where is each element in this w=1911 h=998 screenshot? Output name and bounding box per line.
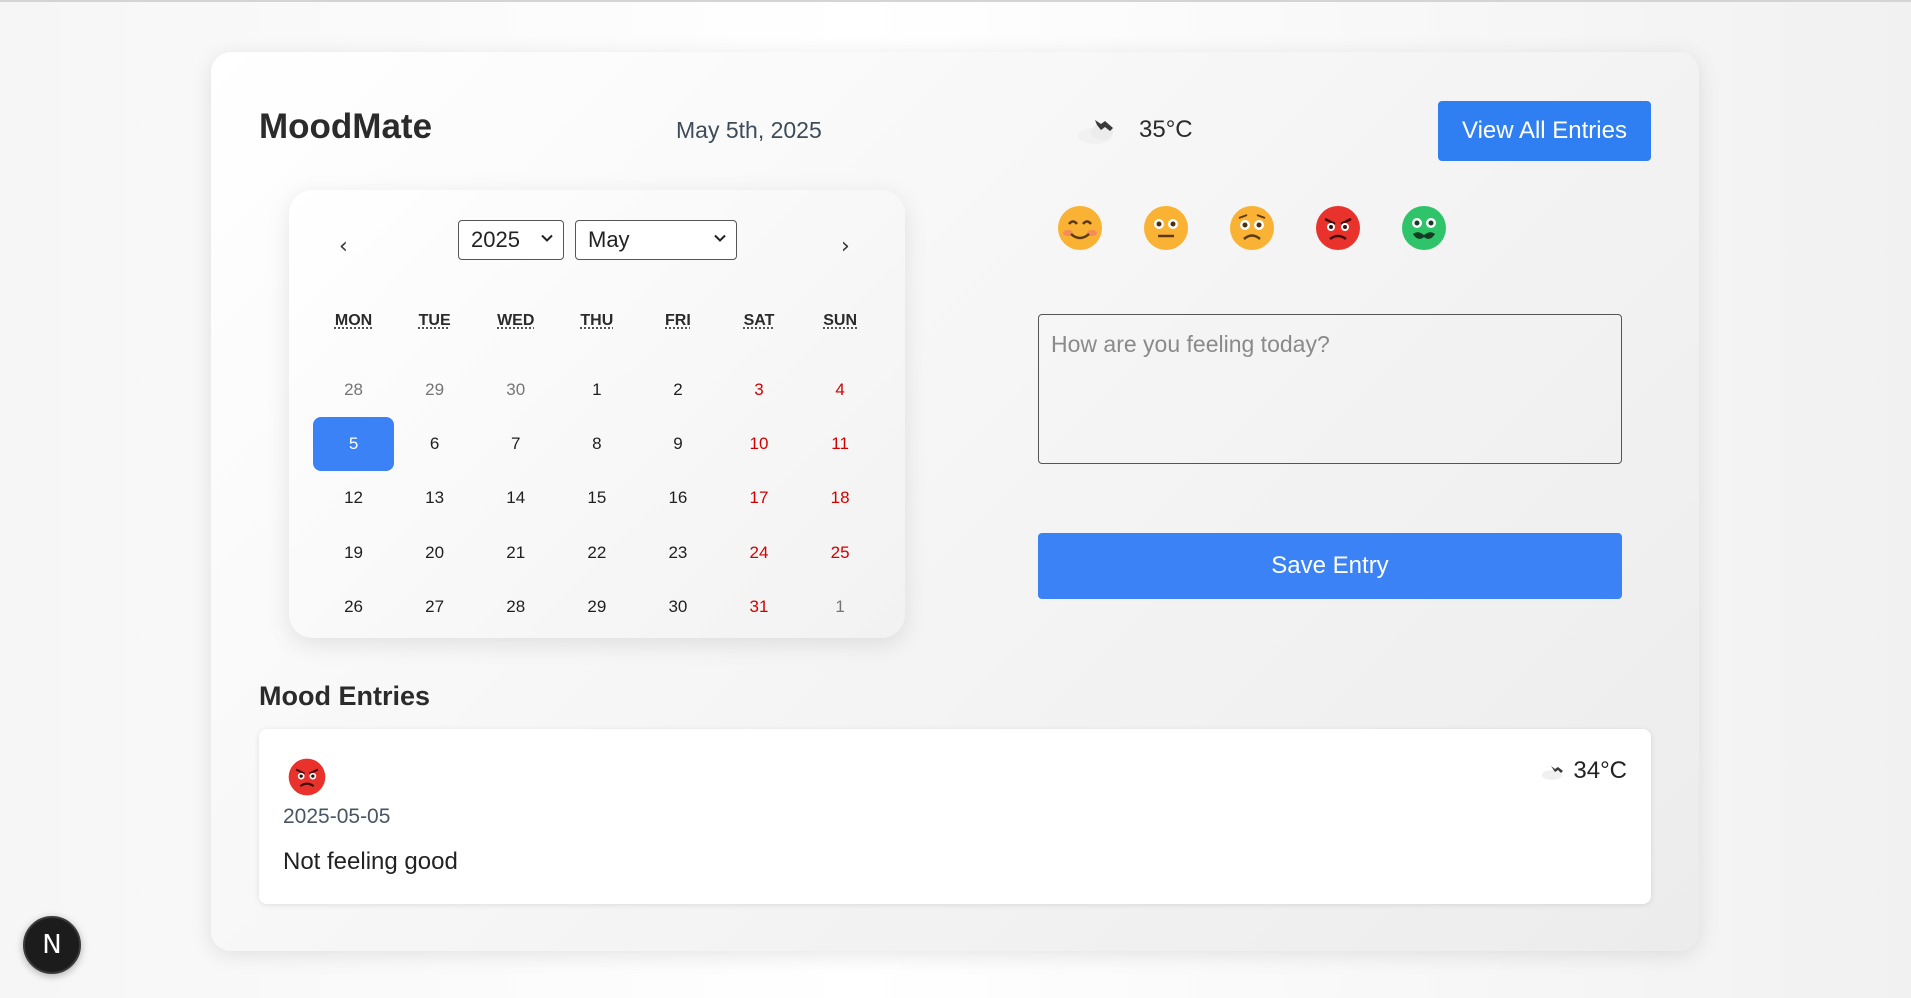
weekday-header: MON TUE WED THU FRI SAT SUN [313,312,881,330]
calendar-day[interactable]: 4 [800,363,881,417]
view-all-entries-button[interactable]: View All Entries [1438,101,1651,161]
calendar-day[interactable]: 1 [556,363,637,417]
current-date: May 5th, 2025 [676,117,822,143]
calendar-day[interactable]: 31 [718,580,799,634]
chevron-down-icon [541,234,553,242]
entry-weather: 34°C [1541,757,1627,785]
entry-temp: 34°C [1573,757,1627,784]
calendar-day[interactable]: 3 [718,363,799,417]
calendar-day[interactable]: 30 [637,580,718,634]
weekday-label: TUE [418,312,451,329]
weather-widget: 35°C [1075,112,1193,148]
calendar-day[interactable]: 29 [394,363,475,417]
calendar: ‹ 2025 May › MON TUE WED THU FRI SAT SUN… [289,190,905,638]
calendar-day[interactable]: 15 [556,471,637,525]
calendar-day[interactable]: 26 [313,580,394,634]
calendar-day[interactable]: 22 [556,526,637,580]
calendar-day[interactable]: 12 [313,471,394,525]
month-select-value: May [588,227,630,252]
calendar-day[interactable]: 25 [800,526,881,580]
cloud-bird-icon [1078,120,1113,144]
app-title: MoodMate [259,107,433,146]
calendar-day[interactable]: 16 [637,471,718,525]
weekday-label: FRI [665,312,691,329]
angry-face-icon[interactable] [1314,204,1362,252]
calendar-day[interactable]: 29 [556,580,637,634]
entry-date: 2025-05-05 [283,805,391,828]
calendar-day[interactable]: 27 [394,580,475,634]
nextjs-dev-badge[interactable]: N [23,916,81,974]
save-entry-button[interactable]: Save Entry [1038,533,1622,599]
calendar-day[interactable]: 20 [394,526,475,580]
smiling-face-icon[interactable] [1056,204,1104,252]
calendar-day[interactable]: 28 [475,580,556,634]
calendar-day[interactable]: 21 [475,526,556,580]
calendar-day[interactable]: 23 [637,526,718,580]
weekday-label: SAT [743,312,775,329]
weather-temp: 35°C [1139,116,1193,143]
calendar-day[interactable]: 19 [313,526,394,580]
weekday-label: SUN [823,312,857,329]
main-card: MoodMate May 5th, 2025 35°C View All Ent… [211,52,1699,951]
top-border [0,0,1911,2]
calendar-day[interactable]: 10 [718,417,799,471]
prev-month-button[interactable]: ‹ [339,234,348,259]
calendar-day[interactable]: 24 [718,526,799,580]
weekday-label: MON [334,312,373,329]
calendar-day[interactable]: 7 [475,417,556,471]
entry-text: Not feeling good [283,848,458,875]
calendar-day[interactable]: 18 [800,471,881,525]
calendar-day[interactable]: 11 [800,417,881,471]
chevron-down-icon [714,234,726,242]
mood-entry-card[interactable]: 2025-05-05 Not feeling good 34°C [259,729,1651,904]
month-select[interactable]: May [575,220,737,260]
calendar-day[interactable]: 8 [556,417,637,471]
worried-face-icon[interactable] [1228,204,1276,252]
year-select[interactable]: 2025 [458,220,564,260]
calendar-day[interactable]: 28 [313,363,394,417]
neutral-face-icon[interactable] [1142,204,1190,252]
calendar-day[interactable]: 14 [475,471,556,525]
calendar-day[interactable]: 30 [475,363,556,417]
calendar-day[interactable]: 6 [394,417,475,471]
calendar-day[interactable]: 9 [637,417,718,471]
next-month-button[interactable]: › [841,234,850,259]
calendar-day-selected[interactable]: 5 [313,417,395,472]
calendar-day[interactable]: 1 [800,580,881,634]
year-select-value: 2025 [471,227,520,252]
calendar-day[interactable]: 17 [718,471,799,525]
mood-note-input[interactable] [1038,314,1622,464]
calendar-day[interactable]: 13 [394,471,475,525]
mood-selector [1056,204,1448,252]
nauseated-face-icon[interactable] [1400,204,1448,252]
calendar-days-grid: 28 29 30 1 2 3 4 5 6 7 8 9 10 11 12 13 14 15 16 17 18 19 20 21 2… [313,363,881,634]
cloud-bird-icon [1542,766,1564,780]
calendar-day[interactable]: 2 [637,363,718,417]
weekday-label: THU [580,312,614,329]
weekday-label: WED [497,312,535,329]
mood-entries-title: Mood Entries [259,681,431,711]
angry-face-icon [288,758,326,796]
